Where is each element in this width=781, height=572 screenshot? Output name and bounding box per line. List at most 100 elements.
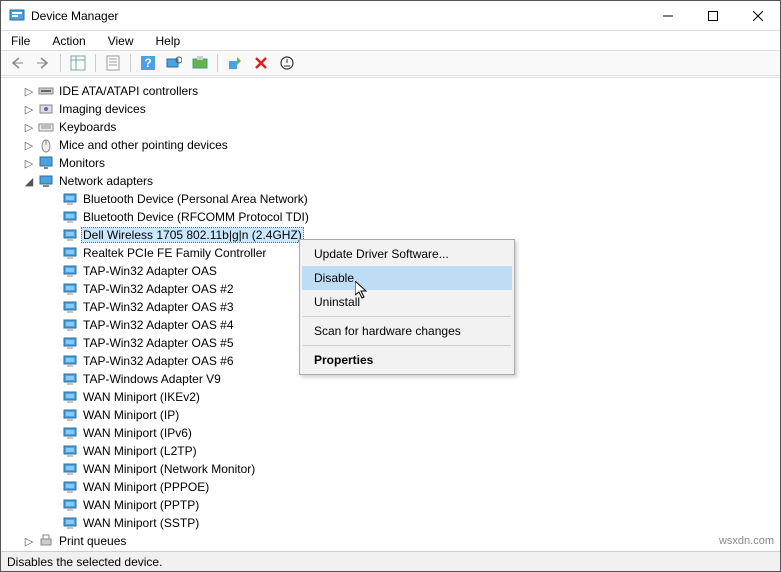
tree-device[interactable]: WAN Miniport (IKEv2) [7,388,780,406]
expander-icon[interactable]: ▷ [23,157,35,170]
tree-device[interactable]: WAN Miniport (IP) [7,406,780,424]
disable-button[interactable] [275,52,299,74]
expander-icon[interactable]: ▷ [23,121,35,134]
adapter-icon [62,227,78,243]
toolbar-separator [130,54,131,72]
context-menu-separator [303,345,511,346]
device-label: WAN Miniport (IKEv2) [81,390,202,404]
device-label: WAN Miniport (L2TP) [81,444,199,458]
status-text: Disables the selected device. [7,555,162,569]
context-menu-item[interactable]: Properties [302,348,512,372]
adapter-icon [62,335,78,351]
expander-icon[interactable]: ▷ [23,103,35,116]
imaging-icon [38,101,54,117]
context-menu-item[interactable]: Disable [302,266,512,290]
properties-button[interactable] [101,52,125,74]
tree-device[interactable]: WAN Miniport (PPTP) [7,496,780,514]
ide-icon [38,83,54,99]
enable-button[interactable] [223,52,247,74]
category-label: Mice and other pointing devices [57,138,230,152]
tree-device[interactable]: WAN Miniport (L2TP) [7,442,780,460]
adapter-icon [62,245,78,261]
tree-device[interactable]: WAN Miniport (IPv6) [7,424,780,442]
toolbar: ? [1,50,780,76]
tree-category[interactable]: ▷ Mice and other pointing devices [7,136,780,154]
tree-category[interactable]: ▷ Print queues [7,532,780,549]
adapter-icon [62,191,78,207]
menu-view[interactable]: View [104,33,138,49]
context-menu-item[interactable]: Update Driver Software... [302,242,512,266]
device-label: TAP-Win32 Adapter OAS #4 [81,318,236,332]
adapter-icon [62,209,78,225]
device-label: Realtek PCIe FE Family Controller [81,246,268,260]
uninstall-button[interactable] [249,52,273,74]
expander-icon[interactable]: ▷ [23,85,35,98]
device-label: TAP-Win32 Adapter OAS [81,264,219,278]
maximize-button[interactable] [690,1,735,30]
adapter-icon [62,407,78,423]
category-label: Print queues [57,534,128,548]
adapter-icon [62,479,78,495]
device-label: TAP-Win32 Adapter OAS #6 [81,354,236,368]
app-icon [9,8,25,24]
device-label: TAP-Win32 Adapter OAS #3 [81,300,236,314]
tree-category[interactable]: ◢ Network adapters [7,172,780,190]
show-hide-tree-button[interactable] [66,52,90,74]
device-label: WAN Miniport (SSTP) [81,516,201,530]
device-label: Bluetooth Device (RFCOMM Protocol TDI) [81,210,311,224]
category-label: Network adapters [57,174,155,188]
minimize-button[interactable] [645,1,690,30]
device-label: TAP-Win32 Adapter OAS #2 [81,282,236,296]
tree-category[interactable]: ▷ Monitors [7,154,780,172]
update-driver-button[interactable] [188,52,212,74]
adapter-icon [62,281,78,297]
tree-device[interactable]: WAN Miniport (Network Monitor) [7,460,780,478]
tree-device[interactable]: WAN Miniport (SSTP) [7,514,780,532]
tree-device[interactable]: Bluetooth Device (RFCOMM Protocol TDI) [7,208,780,226]
adapter-icon [62,497,78,513]
forward-button[interactable] [31,52,55,74]
statusbar: Disables the selected device. [1,551,780,571]
help-button[interactable]: ? [136,52,160,74]
monitor-icon [38,155,54,171]
expander-icon[interactable]: ◢ [23,175,35,188]
adapter-icon [62,443,78,459]
tree-category[interactable]: ▷Keyboards [7,118,780,136]
keyboard-icon [38,119,54,135]
adapter-icon [62,389,78,405]
tree-device[interactable]: Bluetooth Device (Personal Area Network) [7,190,780,208]
back-button[interactable] [5,52,29,74]
context-menu: Update Driver Software...DisableUninstal… [299,239,515,375]
expander-icon[interactable]: ▷ [23,535,35,548]
window-title: Device Manager [31,9,645,23]
device-label: Dell Wireless 1705 802.11b|g|n (2.4GHZ) [81,227,304,243]
adapter-icon [62,317,78,333]
watermark: wsxdn.com [719,535,774,547]
device-label: WAN Miniport (IPv6) [81,426,194,440]
category-label: Imaging devices [57,102,148,116]
device-label: Bluetooth Device (Personal Area Network) [81,192,310,206]
device-label: WAN Miniport (PPTP) [81,498,201,512]
tree-category[interactable]: ▷IDE ATA/ATAPI controllers [7,82,780,100]
toolbar-separator [217,54,218,72]
context-menu-item[interactable]: Scan for hardware changes [302,319,512,343]
close-button[interactable] [735,1,780,30]
adapter-icon [62,425,78,441]
menu-help[interactable]: Help [152,33,185,49]
mouse-icon [38,137,54,153]
adapter-icon [62,515,78,531]
device-label: TAP-Win32 Adapter OAS #5 [81,336,236,350]
expander-icon[interactable]: ▷ [23,139,35,152]
device-label: WAN Miniport (Network Monitor) [81,462,257,476]
device-label: WAN Miniport (PPPOE) [81,480,211,494]
category-label: Monitors [57,156,107,170]
context-menu-item[interactable]: Uninstall [302,290,512,314]
network-icon [38,173,54,189]
tree-category[interactable]: ▷ Imaging devices [7,100,780,118]
menu-action[interactable]: Action [48,33,89,49]
scan-hardware-button[interactable] [162,52,186,74]
tree-device[interactable]: WAN Miniport (PPPOE) [7,478,780,496]
menubar: File Action View Help [1,31,780,50]
menu-file[interactable]: File [7,33,34,49]
device-label: TAP-Windows Adapter V9 [81,372,223,386]
